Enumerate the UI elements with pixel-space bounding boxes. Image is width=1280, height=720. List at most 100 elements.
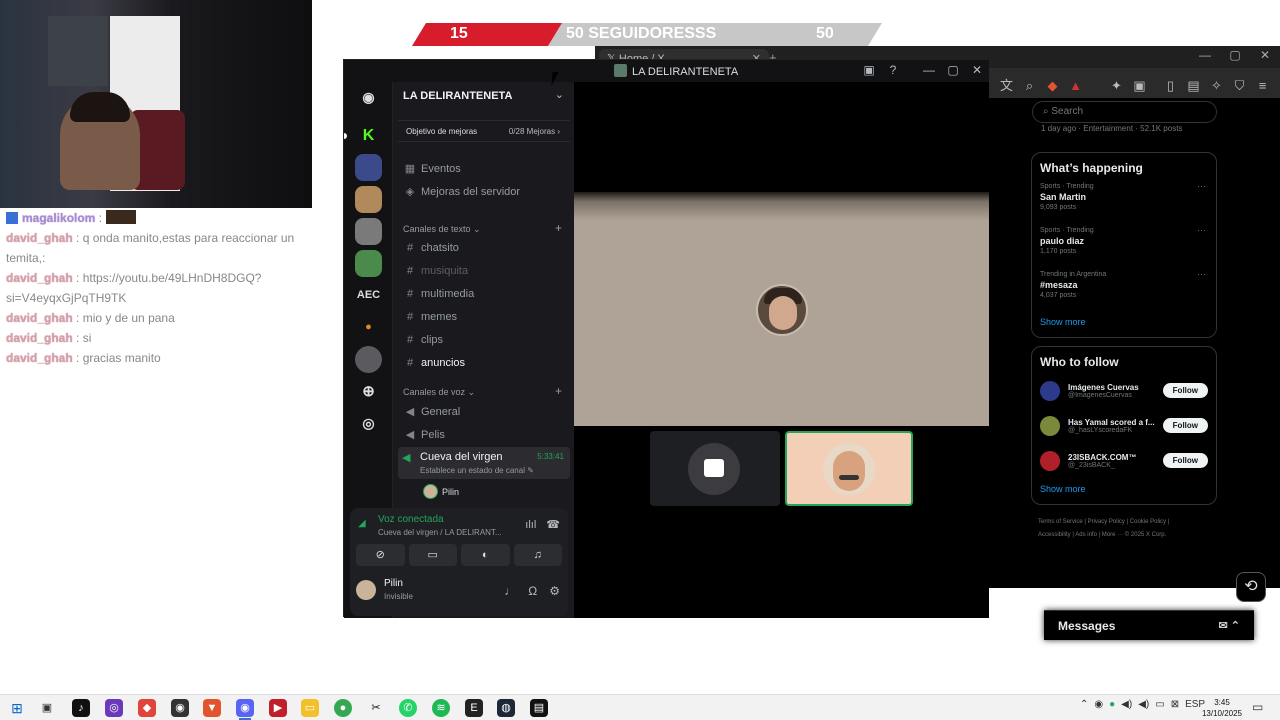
soundboard-button[interactable]: ♫ — [513, 544, 562, 566]
volume-icon[interactable]: ◀) — [1138, 699, 1149, 710]
user-avatar[interactable] — [356, 580, 376, 600]
network-icon[interactable]: ⊠ — [1171, 699, 1179, 710]
steam-icon[interactable]: ◍ — [497, 699, 515, 717]
notifications-icon[interactable]: ▭ — [1252, 700, 1263, 714]
server-icon[interactable] — [355, 346, 382, 373]
brave-shield-icon[interactable]: ◆ — [1041, 78, 1064, 94]
account-name[interactable]: Imágenes Cuervas — [1068, 383, 1163, 392]
start-icon[interactable]: ⊞ — [8, 699, 26, 717]
follow-button[interactable]: Follow — [1162, 453, 1208, 468]
channel-clips[interactable]: # clips — [403, 334, 443, 346]
chevron-up-icon[interactable]: ⌃ — [1080, 699, 1088, 710]
spotify-icon[interactable]: ≋ — [432, 699, 450, 717]
avatar[interactable] — [1040, 415, 1060, 436]
tray-app-icon[interactable]: ◉ — [1094, 699, 1103, 710]
tray-app-icon[interactable]: ● — [1109, 699, 1115, 710]
discover-icon[interactable]: ◎ — [355, 410, 382, 437]
participant-tile[interactable] — [650, 431, 780, 506]
server-icon[interactable] — [355, 250, 382, 277]
show-more-link[interactable]: Show more — [1032, 311, 1216, 337]
show-more-link[interactable]: Show more — [1032, 478, 1216, 504]
avatar[interactable] — [1040, 380, 1060, 401]
whatsapp-icon[interactable]: ✆ — [399, 699, 417, 717]
channel-status[interactable]: Establece un estado de canal ✎ — [420, 466, 534, 475]
obs-icon[interactable]: ◉ — [171, 699, 189, 717]
epic-games-icon[interactable]: E — [465, 699, 483, 717]
file-explorer-icon[interactable]: ▭ — [301, 699, 319, 717]
add-channel-icon[interactable]: + — [555, 384, 562, 398]
server-icon[interactable] — [355, 186, 382, 213]
app-icon[interactable]: ▶ — [269, 699, 287, 717]
voice-channel-active[interactable]: ◀ Cueva del virgen 5:33:41 Establece un … — [398, 447, 570, 479]
headphones-icon[interactable]: Ω — [528, 584, 537, 598]
boost-goal[interactable]: Objetivo de mejoras 0/28 Mejoras › — [398, 120, 570, 142]
voice-channel-pelis[interactable]: ◀ Pelis — [403, 428, 445, 441]
chrome-icon[interactable]: ● — [334, 699, 352, 717]
add-channel-icon[interactable]: + — [555, 221, 562, 235]
rewards-icon[interactable]: ▲ — [1064, 78, 1087, 93]
voice-connected-label[interactable]: Voz conectada — [378, 514, 444, 525]
leo-icon[interactable]: ✧ — [1205, 78, 1228, 94]
footer-links[interactable]: Terms of Service | Privacy Policy | Cook… — [1038, 516, 1218, 529]
channel-chatsito[interactable]: # chatsito — [403, 242, 459, 254]
compose-icon[interactable]: ✉ ⌃ — [1219, 619, 1241, 632]
maximize-icon[interactable]: ▢ — [1220, 48, 1250, 62]
speaker-icon[interactable]: ◀) — [1121, 699, 1132, 710]
wallet-icon[interactable]: ▤ — [1182, 78, 1205, 94]
close-icon[interactable]: ✕ — [1250, 48, 1280, 62]
camera-button[interactable]: ⊘ — [356, 544, 405, 566]
help-icon[interactable]: ? — [881, 63, 905, 77]
tiktok-icon[interactable]: ♪ — [72, 699, 90, 717]
media-icon[interactable]: ▣ — [1128, 78, 1151, 94]
brave-icon[interactable]: ▼ — [203, 699, 221, 717]
sidebar-icon[interactable]: ▯ — [1159, 78, 1182, 94]
follow-button[interactable]: Follow — [1162, 383, 1208, 398]
voice-channels-category[interactable]: Canales de voz ⌄ — [403, 387, 475, 398]
footer-links[interactable]: Accessibility | Ads info | More ··· © 20… — [1038, 529, 1218, 542]
follow-button[interactable]: Follow — [1162, 418, 1208, 433]
maximize-icon[interactable]: ▢ — [941, 63, 965, 77]
noise-suppression-icon[interactable]: ılıl — [525, 519, 536, 531]
clock[interactable]: 3:45 13/10/2025 — [1200, 697, 1244, 719]
trend-item[interactable]: Sports · Trending San Martin 9,093 posts ··… — [1032, 179, 1216, 223]
minimize-icon[interactable]: — — [917, 63, 941, 77]
minimize-icon[interactable]: — — [1190, 48, 1220, 62]
account-name[interactable]: 23ISBACK.COM™ — [1068, 453, 1163, 462]
app-icon[interactable]: ▤ — [530, 699, 548, 717]
text-channels-category[interactable]: Canales de texto ⌄ — [403, 224, 481, 235]
inbox-icon[interactable]: ▣ — [857, 63, 881, 77]
channel-anuncios[interactable]: # anuncios — [403, 357, 465, 369]
server-icon-aec[interactable]: AEC — [355, 282, 382, 309]
channel-multimedia[interactable]: # multimedia — [403, 288, 474, 300]
settings-gear-icon[interactable]: ⚙ — [549, 584, 560, 598]
server-icon[interactable]: ● — [355, 314, 382, 341]
messages-drawer[interactable]: Messages ✉ ⌃ — [1044, 610, 1254, 640]
trend-item[interactable]: Sports · Trending paulo diaz 1,170 posts ··… — [1032, 223, 1216, 267]
extensions-icon[interactable]: ✦ — [1105, 78, 1128, 94]
more-icon[interactable]: ··· — [1197, 181, 1206, 191]
vpn-icon[interactable]: ⛉ — [1228, 78, 1251, 94]
zoom-icon[interactable]: ⌕ — [1018, 78, 1041, 94]
translate-icon[interactable]: 文 — [995, 75, 1018, 94]
server-name[interactable]: LA DELIRANTENETA — [403, 90, 512, 102]
events-item[interactable]: ▦ Eventos — [403, 162, 461, 175]
disconnect-icon[interactable]: ☎ — [546, 519, 560, 531]
speaker-avatar[interactable] — [756, 284, 808, 336]
capcut-icon[interactable]: ✂ — [367, 699, 385, 717]
trend-item[interactable]: Trending in Argentina #mesaza 4,037 posts ·… — [1032, 267, 1216, 311]
app-icon[interactable]: ◆ — [138, 699, 156, 717]
user-name[interactable]: Pilin — [384, 578, 403, 589]
boosts-item[interactable]: ◈ Mejoras del servidor — [403, 185, 520, 198]
discord-home-icon[interactable]: ◉ — [355, 84, 382, 111]
activity-button[interactable]: ◐ — [461, 544, 510, 566]
signal-icon[interactable]: ◢ — [358, 518, 366, 529]
search-input[interactable]: ⌕ Search — [1032, 101, 1217, 123]
add-server-icon[interactable]: ⊕ — [355, 378, 382, 405]
task-view-icon[interactable]: ▣ — [38, 699, 56, 717]
display-icon[interactable]: ▭ — [1155, 699, 1164, 710]
menu-icon[interactable]: ≡ — [1251, 78, 1274, 93]
more-icon[interactable]: ··· — [1197, 225, 1206, 235]
account-name[interactable]: Has Yamal scored a f... — [1068, 418, 1163, 427]
chevron-down-icon[interactable]: ⌄ — [555, 88, 564, 101]
voice-channel-general[interactable]: ◀ General — [403, 405, 460, 418]
